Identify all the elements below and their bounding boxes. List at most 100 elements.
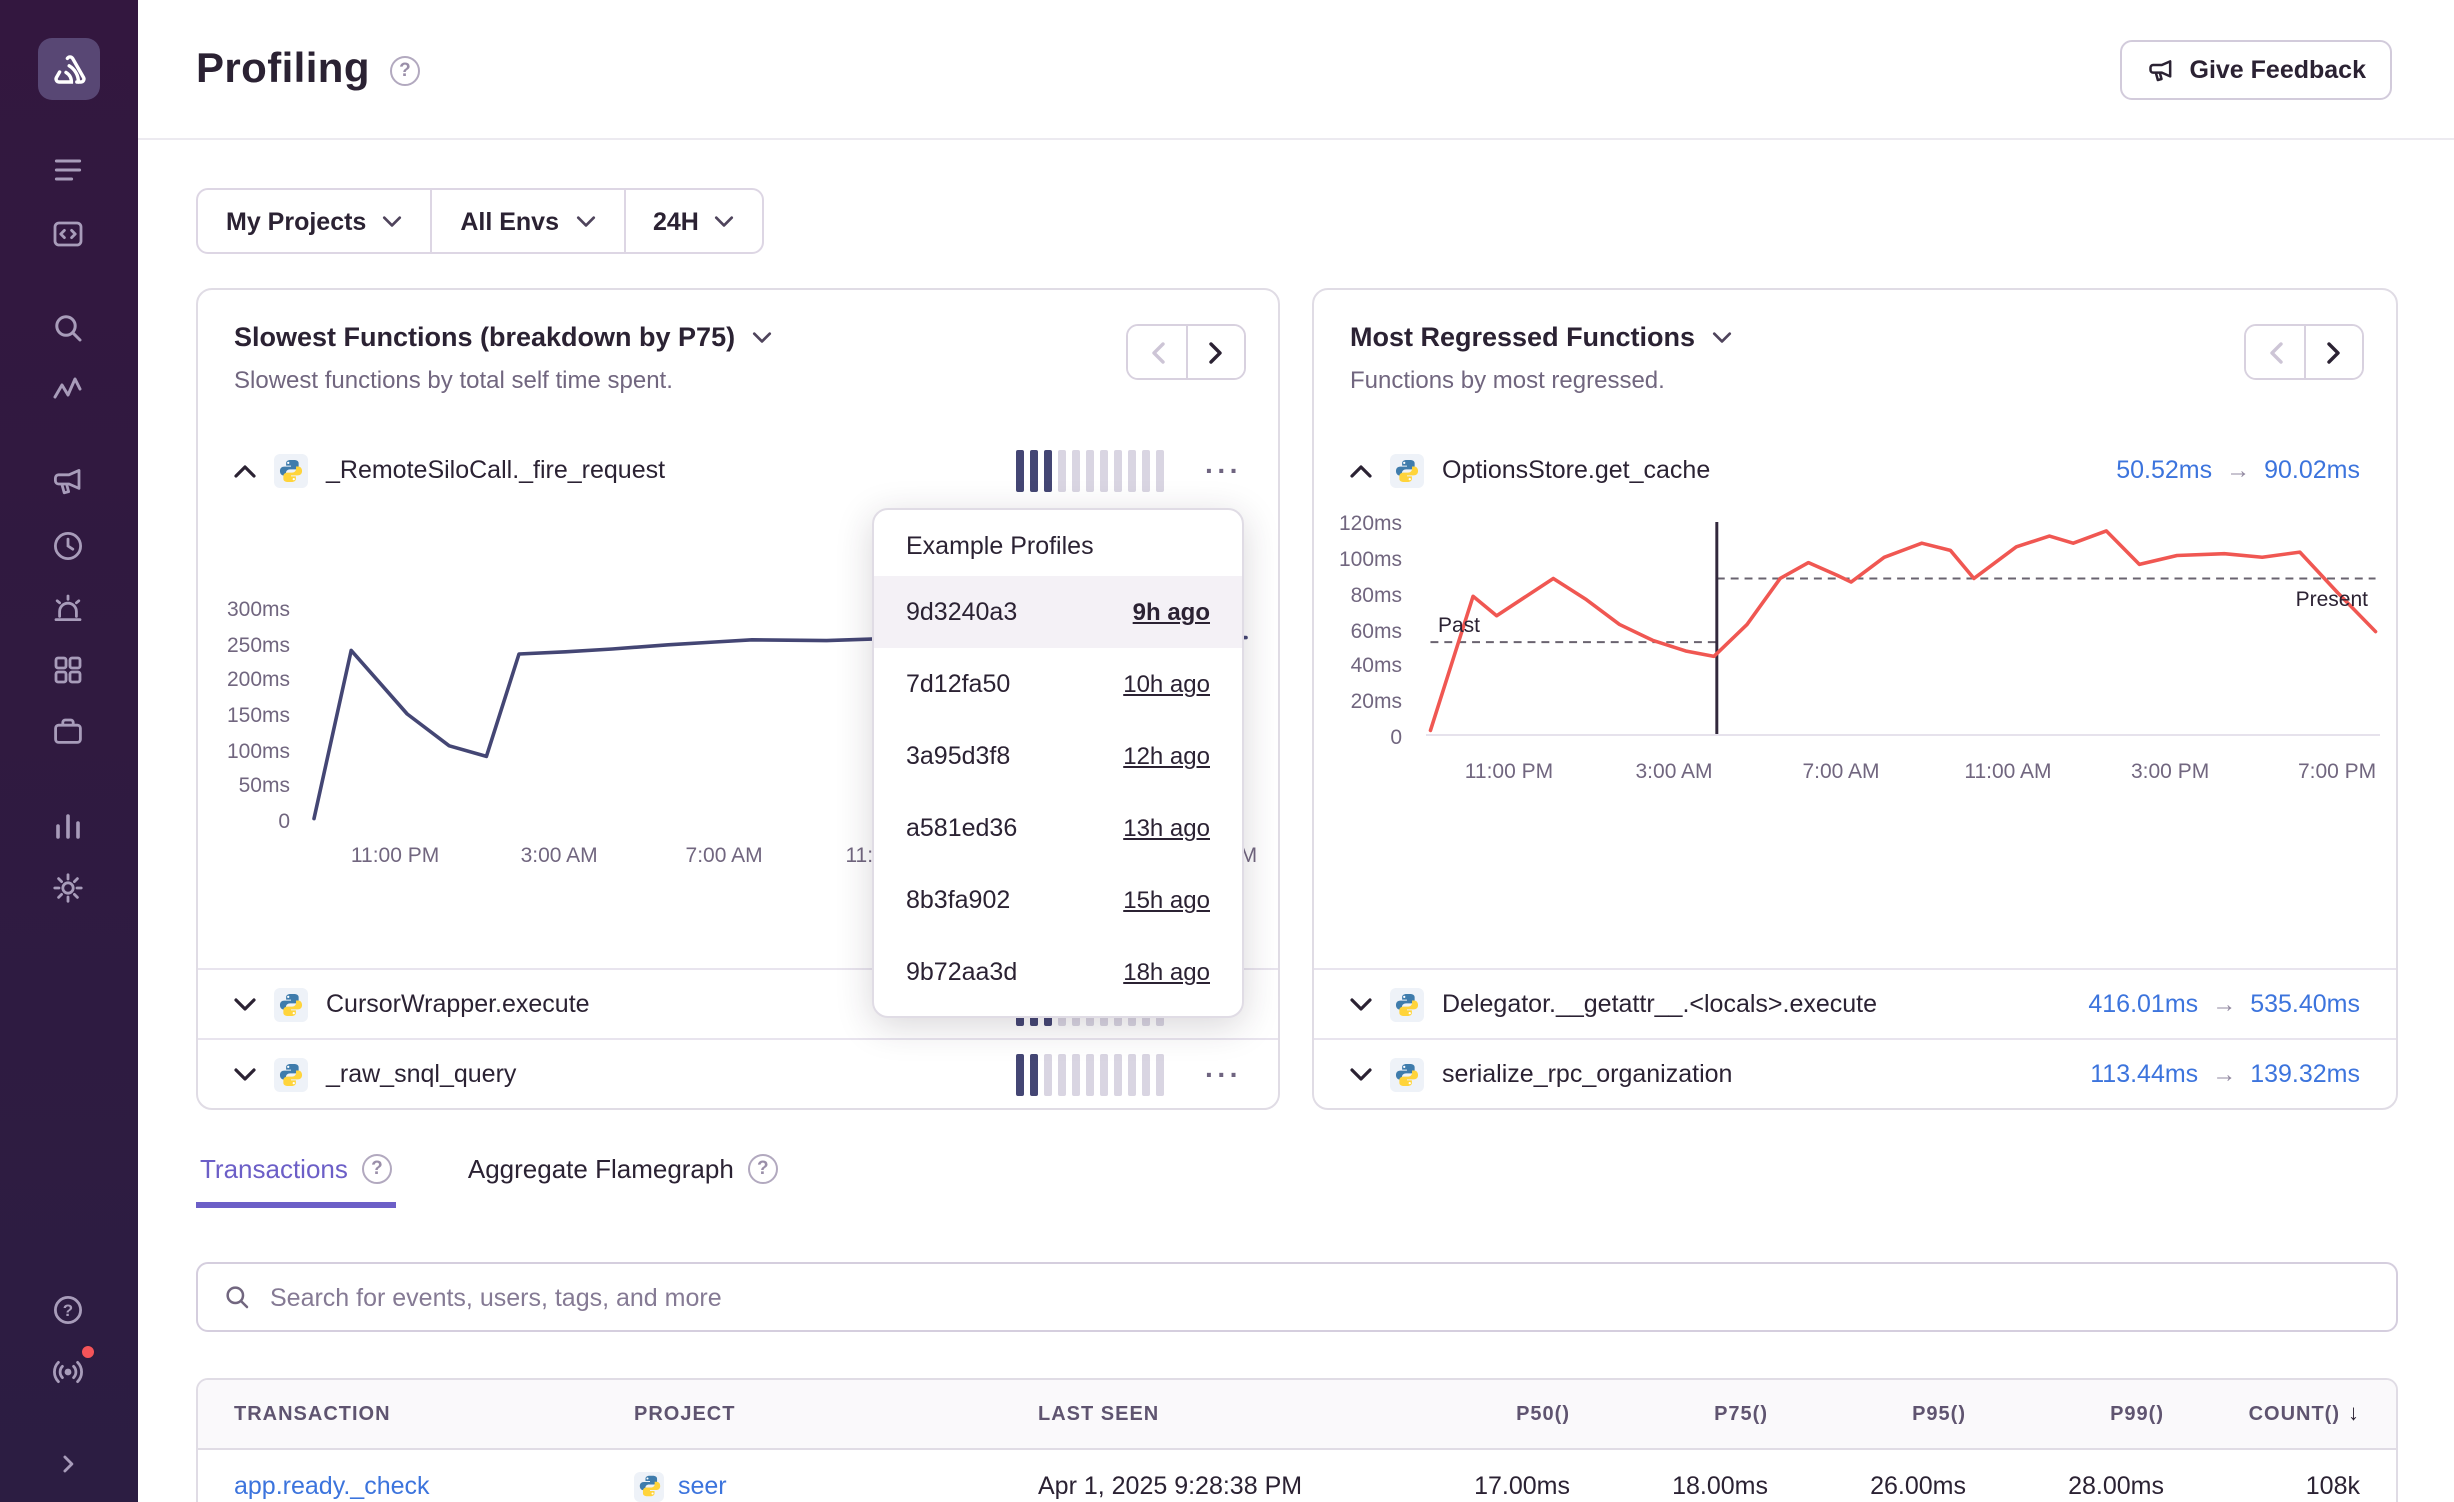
- regressed-function-chart[interactable]: PastPresent: [1426, 522, 2380, 736]
- next-page-button[interactable]: [1186, 326, 1244, 378]
- sidebar-collapse-icon[interactable]: [42, 1438, 94, 1490]
- function-name-link[interactable]: serialize_rpc_organization: [1442, 1060, 1732, 1088]
- expand-row-icon[interactable]: [234, 1067, 256, 1081]
- settings-icon[interactable]: [42, 862, 94, 914]
- sidebar: ?: [0, 0, 138, 1502]
- search-icon[interactable]: [42, 302, 94, 354]
- issues-icon[interactable]: [42, 144, 94, 196]
- project-filter[interactable]: My Projects: [198, 190, 430, 252]
- profile-age-link[interactable]: 15h ago: [1123, 886, 1210, 914]
- page-filter-bar: My Projects All Envs 24H: [196, 188, 765, 254]
- more-options-icon[interactable]: [1205, 456, 1242, 484]
- profile-candidates-sparkline[interactable]: [1015, 449, 1163, 491]
- column-header-count-label: COUNT(): [2249, 1403, 2340, 1425]
- profile-row[interactable]: a581ed36 13h ago: [874, 792, 1242, 864]
- transaction-link[interactable]: app.ready._check: [234, 1472, 430, 1500]
- after-duration-link[interactable]: 90.02ms: [2264, 456, 2360, 484]
- profile-age-link[interactable]: 13h ago: [1123, 814, 1210, 842]
- next-page-button[interactable]: [2304, 326, 2362, 378]
- view-tabs: Transactions Aggregate Flamegraph: [196, 1142, 2398, 1208]
- column-header-p50[interactable]: P50(): [1372, 1403, 1570, 1425]
- profile-candidates-sparkline[interactable]: [1015, 1053, 1163, 1095]
- slowest-functions-title-dropdown[interactable]: Slowest Functions (breakdown by P75): [234, 322, 1242, 352]
- explore-icon[interactable]: [42, 208, 94, 260]
- insights-icon[interactable]: [42, 706, 94, 758]
- baseline-label: Present: [2296, 587, 2368, 611]
- python-platform-icon: [1390, 1057, 1424, 1091]
- profile-id: 9b72aa3d: [906, 958, 1017, 986]
- table-row[interactable]: app.ready._check seer Apr 1, 2025 9:28:3…: [198, 1450, 2396, 1502]
- column-header-transaction[interactable]: TRANSACTION: [198, 1403, 634, 1425]
- last-seen-value: Apr 1, 2025 9:28:38 PM: [1038, 1472, 1372, 1500]
- column-header-p95[interactable]: P95(): [1768, 1403, 1966, 1425]
- before-duration-link[interactable]: 50.52ms: [2116, 456, 2212, 484]
- profile-age-link[interactable]: 18h ago: [1123, 958, 1210, 986]
- sentry-logo[interactable]: [38, 38, 100, 100]
- profile-row[interactable]: 9d3240a3 9h ago: [874, 576, 1242, 648]
- expand-row-icon[interactable]: [1350, 1067, 1372, 1081]
- profile-row[interactable]: 7d12fa50 10h ago: [874, 648, 1242, 720]
- environment-filter-label: All Envs: [460, 207, 559, 235]
- more-options-icon[interactable]: [1205, 1060, 1242, 1088]
- function-name-link[interactable]: _raw_snql_query: [326, 1060, 516, 1088]
- panel-subtitle: Slowest functions by total self time spe…: [234, 366, 1242, 394]
- most-regressed-title-dropdown[interactable]: Most Regressed Functions: [1350, 322, 2360, 352]
- prev-page-button[interactable]: [1128, 326, 1186, 378]
- project-link[interactable]: seer: [678, 1472, 727, 1500]
- environment-filter[interactable]: All Envs: [430, 190, 623, 252]
- profile-row[interactable]: 9b72aa3d 18h ago: [874, 936, 1242, 1008]
- function-row: serialize_rpc_organization 113.44ms 139.…: [1314, 1038, 2396, 1108]
- before-duration-link[interactable]: 416.01ms: [2088, 990, 2198, 1018]
- python-platform-icon: [274, 453, 308, 487]
- arrow-right-icon: [2226, 456, 2250, 484]
- function-name-link[interactable]: OptionsStore.get_cache: [1442, 456, 1710, 484]
- column-header-project[interactable]: PROJECT: [634, 1403, 1038, 1425]
- column-header-p99[interactable]: P99(): [1966, 1403, 2164, 1425]
- column-header-last-seen[interactable]: LAST SEEN: [1038, 1403, 1372, 1425]
- help-icon[interactable]: ?: [42, 1284, 94, 1336]
- transactions-table: TRANSACTION PROJECT LAST SEEN P50() P75(…: [196, 1378, 2398, 1502]
- panel-title: Slowest Functions (breakdown by P75): [234, 322, 735, 352]
- p50-value: 17.00ms: [1372, 1472, 1570, 1500]
- after-duration-link[interactable]: 535.40ms: [2250, 990, 2360, 1018]
- before-duration-link[interactable]: 113.44ms: [2090, 1060, 2198, 1088]
- tab-aggregate-flamegraph[interactable]: Aggregate Flamegraph: [464, 1142, 782, 1208]
- sort-desc-icon: [2348, 1402, 2360, 1426]
- profile-row[interactable]: 3a95d3f8 12h ago: [874, 720, 1242, 792]
- whats-new-icon[interactable]: [42, 1346, 94, 1398]
- prev-page-button[interactable]: [2246, 326, 2304, 378]
- column-header-count[interactable]: COUNT(): [2164, 1402, 2396, 1426]
- function-name-link[interactable]: _RemoteSiloCall._fire_request: [326, 456, 665, 484]
- profile-age-link[interactable]: 9h ago: [1133, 598, 1210, 626]
- help-circle-icon[interactable]: [362, 1154, 392, 1184]
- date-range-filter[interactable]: 24H: [623, 190, 763, 252]
- tab-transactions[interactable]: Transactions: [196, 1142, 396, 1208]
- profile-id: 3a95d3f8: [906, 742, 1010, 770]
- collapse-row-icon[interactable]: [1350, 463, 1372, 477]
- help-circle-icon[interactable]: [748, 1154, 778, 1184]
- profile-age-link[interactable]: 10h ago: [1123, 670, 1210, 698]
- notification-dot: [80, 1344, 96, 1360]
- function-name-link[interactable]: Delegator.__getattr__.<locals>.execute: [1442, 990, 1877, 1018]
- panel-subtitle: Functions by most regressed.: [1350, 366, 2360, 394]
- after-duration-link[interactable]: 139.32ms: [2250, 1060, 2360, 1088]
- feedback-icon[interactable]: [42, 456, 94, 508]
- give-feedback-button[interactable]: Give Feedback: [2120, 40, 2393, 100]
- project-filter-label: My Projects: [226, 207, 366, 235]
- expand-row-icon[interactable]: [234, 997, 256, 1011]
- function-name-link[interactable]: CursorWrapper.execute: [326, 990, 590, 1018]
- search-input[interactable]: [270, 1283, 2372, 1311]
- dashboards-icon[interactable]: [42, 644, 94, 696]
- panel-title: Most Regressed Functions: [1350, 322, 1695, 352]
- traces-icon[interactable]: [42, 364, 94, 416]
- line-chart: [1426, 522, 2380, 734]
- profile-row[interactable]: 8b3fa902 15h ago: [874, 864, 1242, 936]
- expand-row-icon[interactable]: [1350, 997, 1372, 1011]
- stats-icon[interactable]: [42, 800, 94, 852]
- collapse-row-icon[interactable]: [234, 463, 256, 477]
- releases-icon[interactable]: [42, 520, 94, 572]
- alerts-icon[interactable]: [42, 582, 94, 634]
- profile-age-link[interactable]: 12h ago: [1123, 742, 1210, 770]
- help-circle-icon[interactable]: [390, 55, 420, 85]
- column-header-p75[interactable]: P75(): [1570, 1403, 1768, 1425]
